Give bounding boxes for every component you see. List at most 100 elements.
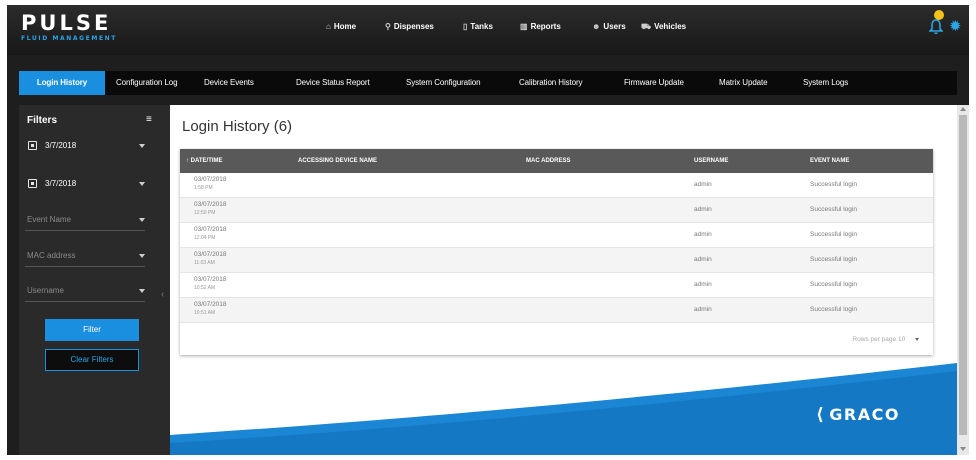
row-time: 11:03 AM	[194, 260, 215, 266]
calendar-icon	[28, 141, 37, 150]
start-date-value: 3/7/2018	[45, 141, 77, 150]
chevron-down-icon	[139, 182, 145, 186]
row-event: Successful login	[810, 206, 857, 213]
row-date: 03/07/2018	[194, 226, 227, 233]
row-time: 12:50 PM	[194, 210, 216, 216]
reports-icon: ▥	[520, 22, 528, 31]
nav-label: Users	[603, 22, 626, 31]
main-content: ⟨ GRACO Login History (6) ↑ DATE/TIME ACC…	[170, 105, 957, 455]
chevron-down-icon	[139, 289, 145, 293]
tanks-icon: ▯	[463, 22, 468, 31]
row-username: admin	[694, 206, 712, 213]
chevron-down-icon	[139, 218, 145, 222]
row-date: 03/07/2018	[194, 176, 227, 183]
filter-button[interactable]: Filter	[45, 319, 139, 341]
table-row[interactable]: 03/07/2018 10:52 AM admin Successful log…	[180, 273, 933, 298]
row-date: 03/07/2018	[194, 301, 227, 308]
tab-calibration-history[interactable]: Calibration History	[519, 71, 583, 95]
tab-device-events[interactable]: Device Events	[204, 71, 254, 95]
tab-configuration-log[interactable]: Configuration Log	[116, 71, 178, 95]
row-date: 03/07/2018	[194, 276, 227, 283]
graco-mark-icon: ⟨	[816, 405, 826, 425]
tab-firmware-update[interactable]: Firmware Update	[624, 71, 684, 95]
table-row[interactable]: 03/07/2018 10:51 AM admin Successful log…	[180, 298, 933, 323]
row-event: Successful login	[810, 306, 857, 313]
logo-wordmark: PULSE	[21, 11, 112, 35]
tab-login-history[interactable]: Login History	[19, 71, 105, 95]
clear-filters-button[interactable]: Clear Filters	[45, 349, 139, 371]
column-header-username[interactable]: USERNAME	[694, 149, 728, 173]
app-window: PULSE FLUID MANAGEMENT ⌂ Home ⚲ Dispenses …	[7, 5, 969, 455]
nav-label: Reports	[530, 22, 561, 31]
nav-dispenses[interactable]: ⚲ Dispenses	[385, 22, 434, 31]
nav-reports[interactable]: ▥ Reports	[520, 22, 561, 31]
dispenses-icon: ⚲	[385, 22, 391, 31]
row-username: admin	[694, 231, 712, 238]
tab-device-status-report[interactable]: Device Status Report	[296, 71, 370, 95]
field-underline	[25, 301, 145, 302]
collapse-panel-icon[interactable]: ‹	[161, 289, 164, 300]
field-underline	[25, 266, 145, 267]
table-header: ↑ DATE/TIME ACCESSING DEVICE NAME MAC AD…	[180, 149, 933, 173]
mac-address-select[interactable]: MAC address	[25, 247, 145, 267]
end-date-value: 3/7/2018	[45, 179, 77, 188]
nav-label: Home	[333, 22, 357, 31]
pulse-logo[interactable]: PULSE FLUID MANAGEMENT	[21, 12, 117, 42]
table-row[interactable]: 03/07/2018 12:04 PM admin Successful log…	[180, 223, 933, 248]
event-name-select[interactable]: Event Name	[25, 211, 145, 231]
vehicles-icon: ⛟	[641, 22, 652, 31]
table-row[interactable]: 03/07/2018 12:50 PM admin Successful log…	[180, 198, 933, 223]
row-time: 10:52 AM	[194, 285, 216, 291]
top-bar: PULSE FLUID MANAGEMENT ⌂ Home ⚲ Dispenses …	[7, 5, 969, 55]
scroll-thumb[interactable]	[959, 115, 967, 435]
row-event: Successful login	[810, 256, 857, 263]
table-row[interactable]: 03/07/2018 1:58 PM admin Successful logi…	[180, 173, 933, 198]
row-username: admin	[694, 306, 712, 313]
users-icon: ☻	[592, 22, 601, 31]
login-history-table: ↑ DATE/TIME ACCESSING DEVICE NAME MAC AD…	[180, 149, 933, 355]
rows-per-page-value: 10	[897, 336, 906, 343]
scroll-up-icon[interactable]	[960, 107, 966, 111]
column-header-mac[interactable]: MAC ADDRESS	[526, 149, 570, 173]
row-event: Successful login	[810, 281, 857, 288]
nav-users[interactable]: ☻ Users	[592, 22, 626, 31]
row-time: 10:51 AM	[194, 310, 216, 316]
row-event: Successful login	[810, 181, 857, 188]
nav-tanks[interactable]: ▯ Tanks	[463, 22, 493, 31]
nav-home[interactable]: ⌂ Home	[326, 22, 356, 31]
nav-label: Vehicles	[654, 22, 687, 31]
column-header-device[interactable]: ACCESSING DEVICE NAME	[298, 149, 377, 173]
tab-matrix-update[interactable]: Matrix Update	[719, 71, 768, 95]
chevron-down-icon	[915, 337, 919, 341]
row-time: 1:58 PM	[194, 185, 213, 191]
username-select[interactable]: Username	[25, 282, 145, 302]
row-username: admin	[694, 256, 712, 263]
graco-logo: ⟨ GRACO	[816, 405, 900, 425]
graco-wordmark: GRACO	[829, 405, 900, 424]
mac-address-placeholder: MAC address	[27, 251, 76, 260]
filter-icon[interactable]: ≡	[146, 114, 152, 125]
bell-icon[interactable]	[929, 19, 943, 35]
column-header-event[interactable]: EVENT NAME	[810, 149, 849, 173]
row-date: 03/07/2018	[194, 201, 227, 208]
scroll-down-icon[interactable]	[960, 447, 966, 451]
rows-per-page[interactable]: Rows per page 10	[852, 336, 919, 343]
filters-panel: Filters ≡ 3/7/2018 3/7/2018 Event Name M…	[19, 105, 170, 455]
report-tabs: Login History Configuration Log Device E…	[19, 71, 957, 95]
table-row[interactable]: 03/07/2018 11:03 AM admin Successful log…	[180, 248, 933, 273]
scrollbar[interactable]	[957, 105, 969, 455]
row-date: 03/07/2018	[194, 251, 227, 258]
tab-system-configuration[interactable]: System Configuration	[406, 71, 481, 95]
home-icon: ⌂	[326, 22, 331, 31]
row-event: Successful login	[810, 231, 857, 238]
start-date-picker[interactable]: 3/7/2018	[25, 137, 145, 157]
nav-vehicles[interactable]: ⛟ Vehicles	[641, 22, 686, 32]
column-header-label: DATE/TIME	[190, 158, 223, 164]
gear-icon[interactable]: ✹	[949, 19, 962, 34]
tab-system-logs[interactable]: System Logs	[803, 71, 848, 95]
end-date-picker[interactable]: 3/7/2018	[25, 175, 145, 195]
event-name-placeholder: Event Name	[27, 215, 72, 224]
column-header-datetime[interactable]: ↑ DATE/TIME	[186, 149, 223, 173]
username-placeholder: Username	[27, 286, 64, 295]
chevron-down-icon	[139, 254, 145, 258]
